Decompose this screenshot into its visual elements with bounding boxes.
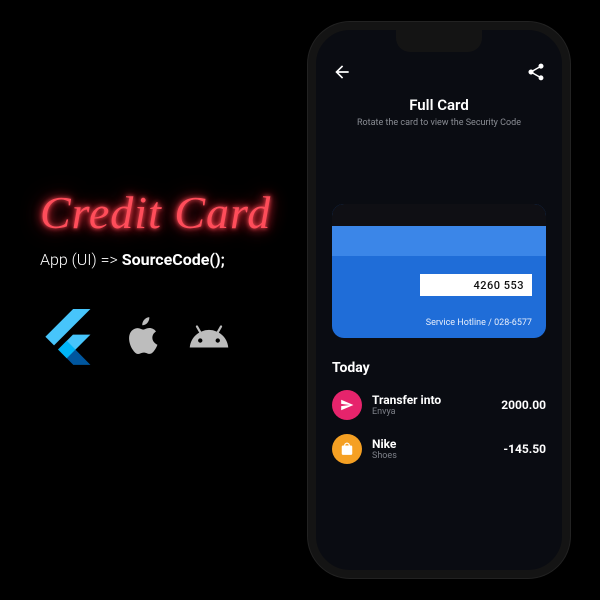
- transactions-list: Transfer intoEnvya 2000.00 NikeShoes -145.5…: [332, 390, 546, 478]
- transaction-icon: [332, 390, 362, 420]
- tagline: App (UI) => SourceCode();: [40, 250, 300, 269]
- share-icon[interactable]: [526, 62, 546, 86]
- android-icon: [188, 316, 230, 362]
- apple-icon: [124, 316, 160, 362]
- transaction-sub: Envya: [372, 407, 491, 417]
- tagline-src: SourceCode();: [122, 250, 225, 269]
- transaction-icon: [332, 434, 362, 464]
- transaction-body: NikeShoes: [372, 437, 493, 461]
- transaction-row[interactable]: NikeShoes -145.50: [332, 434, 546, 464]
- page-title: Full Card: [332, 96, 546, 114]
- transaction-row[interactable]: Transfer intoEnvya 2000.00: [332, 390, 546, 420]
- transactions-heading: Today: [332, 360, 546, 376]
- transaction-title: Transfer into: [372, 393, 491, 407]
- card-band: [332, 226, 546, 256]
- transaction-amount: 2000.00: [501, 398, 546, 412]
- app-screen: Full Card Rotate the card to view the Se…: [316, 30, 562, 570]
- transaction-amount: -145.50: [503, 442, 546, 456]
- flutter-icon: [40, 309, 96, 369]
- platform-icons: [40, 309, 300, 369]
- top-bar: [332, 60, 546, 88]
- tagline-arrow: =>: [97, 250, 122, 269]
- tagline-ui: (UI): [72, 250, 97, 269]
- card-hotline: Service Hotline / 028-6577: [426, 318, 532, 328]
- credit-card-back[interactable]: 4260 553 Service Hotline / 028-6577: [332, 204, 546, 338]
- transaction-body: Transfer intoEnvya: [372, 393, 491, 417]
- screen-header: Full Card Rotate the card to view the Se…: [332, 96, 546, 128]
- neon-title: Credit Card: [40, 190, 300, 236]
- transaction-title: Nike: [372, 437, 493, 451]
- phone-mockup: Full Card Rotate the card to view the Se…: [308, 22, 570, 578]
- tagline-app: App: [40, 250, 72, 269]
- promo-panel: Credit Card App (UI) => SourceCode();: [40, 190, 300, 369]
- transaction-sub: Shoes: [372, 451, 493, 461]
- card-signature-panel: 4260 553: [420, 274, 532, 296]
- page-subtitle: Rotate the card to view the Security Cod…: [332, 118, 546, 128]
- back-icon[interactable]: [332, 62, 352, 86]
- phone-notch: [396, 30, 482, 52]
- card-magstripe: [332, 204, 546, 226]
